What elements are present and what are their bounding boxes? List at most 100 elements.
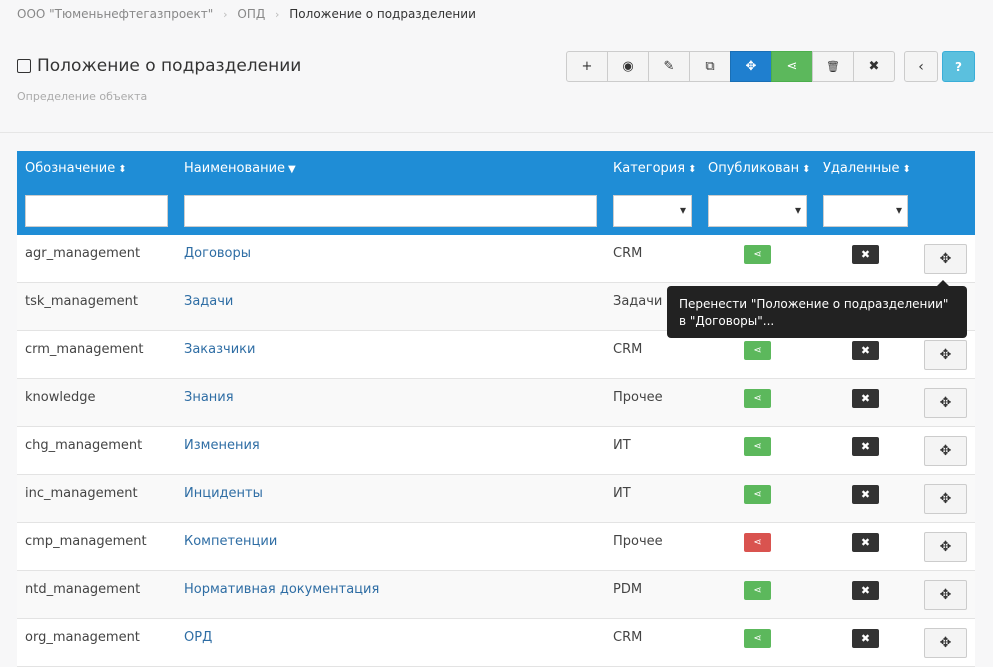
copy-button[interactable]: ⧉ [689, 51, 731, 82]
row-category: Прочее [613, 390, 663, 405]
view-button[interactable]: ◉ [607, 51, 649, 82]
publish-toggle-button[interactable]: ⋖ [744, 437, 771, 456]
header-published[interactable]: Опубликован ⬍ [708, 161, 811, 176]
divider [0, 132, 993, 133]
delete-row-button[interactable]: ✖ [852, 485, 879, 504]
row-category: CRM [613, 342, 643, 357]
move-icon: ✥ [939, 251, 952, 267]
help-button[interactable]: ? [942, 51, 975, 82]
move-row-button[interactable]: ✥ [924, 340, 967, 370]
share-button[interactable]: ⋖ [771, 51, 813, 82]
table-row[interactable]: inc_management Инциденты ИТ ⋖ ✖ ✥ [17, 475, 975, 523]
row-name-link[interactable]: Нормативная документация [184, 582, 379, 597]
move-icon: ✥ [939, 539, 952, 555]
move-row-button[interactable]: ✥ [924, 580, 967, 610]
row-code: chg_management [25, 438, 143, 453]
move-icon: ✥ [939, 587, 952, 603]
close-icon: ✖ [860, 536, 871, 549]
row-name-link[interactable]: Инциденты [184, 486, 263, 501]
row-name-link[interactable]: Компетенции [184, 534, 277, 549]
filter-deleted-select[interactable] [823, 195, 908, 227]
delete-row-button[interactable]: ✖ [852, 389, 879, 408]
breadcrumb-item-opd[interactable]: ОПД [237, 7, 265, 21]
table-row[interactable]: knowledge Знания Прочее ⋖ ✖ ✥ [17, 379, 975, 427]
table-row[interactable]: crm_management Заказчики CRM ⋖ ✖ ✥ [17, 331, 975, 379]
row-name-link[interactable]: Договоры [184, 246, 251, 261]
breadcrumb-current: Положение о подразделении [289, 7, 476, 21]
move-icon: ✥ [939, 395, 952, 411]
row-name-link[interactable]: Заказчики [184, 342, 255, 357]
filter-category-select[interactable] [613, 195, 692, 227]
delete-row-button[interactable]: ✖ [852, 629, 879, 648]
edit-button[interactable]: ✎ [648, 51, 690, 82]
share-icon: ⋖ [753, 441, 762, 452]
row-name-link[interactable]: Изменения [184, 438, 260, 453]
row-name-link[interactable]: Задачи [184, 294, 233, 309]
table-row[interactable]: org_management ОРД CRM ⋖ ✖ ✥ [17, 619, 975, 667]
close-icon: ✖ [860, 632, 871, 645]
move-icon: ✥ [939, 347, 952, 363]
back-button[interactable]: ‹ [904, 51, 938, 82]
row-code: inc_management [25, 486, 138, 501]
delete-row-button[interactable]: ✖ [852, 437, 879, 456]
row-code: knowledge [25, 390, 96, 405]
page-subtitle: Определение объекта [17, 90, 148, 103]
table-row[interactable]: chg_management Изменения ИТ ⋖ ✖ ✥ [17, 427, 975, 475]
close-button[interactable]: ✖ [853, 51, 895, 82]
move-button[interactable]: ✥ [730, 51, 772, 82]
move-row-button[interactable]: ✥ [924, 628, 967, 658]
table-row[interactable]: ntd_management Нормативная документация PD… [17, 571, 975, 619]
row-name-link[interactable]: Знания [184, 390, 234, 405]
add-button[interactable]: + [566, 51, 608, 82]
close-icon: ✖ [860, 344, 871, 357]
header-name[interactable]: Наименование ▼ [184, 161, 296, 176]
filter-code-input[interactable] [25, 195, 168, 227]
move-tooltip: Перенести "Положение о подразделении" в … [667, 280, 967, 338]
move-row-button[interactable]: ✥ [924, 436, 967, 466]
delete-row-button[interactable]: ✖ [852, 341, 879, 360]
delete-button[interactable]: 🗑 [812, 51, 854, 82]
delete-row-button[interactable]: ✖ [852, 533, 879, 552]
chevron-right-icon: › [275, 8, 280, 21]
edit-icon: ✎ [663, 59, 675, 74]
share-icon: ⋖ [753, 249, 762, 260]
header-code[interactable]: Обозначение ⬍ [25, 161, 127, 176]
row-code: crm_management [25, 342, 144, 357]
publish-toggle-button[interactable]: ⋖ [744, 533, 771, 552]
close-icon: ✖ [860, 392, 871, 405]
header-deleted[interactable]: Удаленные ⬍ [823, 161, 911, 176]
breadcrumb: ООО "Тюменьнефтегазпроект" › ОПД › Полож… [17, 7, 476, 21]
table-row[interactable]: cmp_management Компетенции Прочее ⋖ ✖ ✥ [17, 523, 975, 571]
share-icon: ⋖ [753, 393, 762, 404]
publish-toggle-button[interactable]: ⋖ [744, 485, 771, 504]
move-row-button[interactable]: ✥ [924, 244, 967, 274]
breadcrumb-item-org[interactable]: ООО "Тюменьнефтегазпроект" [17, 7, 213, 21]
sort-icon: ⬍ [902, 164, 911, 175]
copy-icon: ⧉ [705, 59, 715, 74]
delete-row-button[interactable]: ✖ [852, 245, 879, 264]
delete-row-button[interactable]: ✖ [852, 581, 879, 600]
table-row[interactable]: agr_management Договоры CRM ⋖ ✖ ✥ [17, 235, 975, 283]
row-name-link[interactable]: ОРД [184, 630, 212, 645]
share-icon: ⋖ [786, 59, 798, 74]
filter-published-select[interactable] [708, 195, 807, 227]
close-icon: ✖ [860, 488, 871, 501]
publish-toggle-button[interactable]: ⋖ [744, 245, 771, 264]
publish-toggle-button[interactable]: ⋖ [744, 389, 771, 408]
chevron-left-icon: ‹ [918, 58, 924, 75]
header-category[interactable]: Категория ⬍ [613, 161, 696, 176]
filter-name-input[interactable] [184, 195, 597, 227]
checkbox-icon[interactable] [17, 59, 31, 73]
publish-toggle-button[interactable]: ⋖ [744, 581, 771, 600]
publish-toggle-button[interactable]: ⋖ [744, 629, 771, 648]
move-row-button[interactable]: ✥ [924, 388, 967, 418]
publish-toggle-button[interactable]: ⋖ [744, 341, 771, 360]
move-row-button[interactable]: ✥ [924, 484, 967, 514]
row-code: agr_management [25, 246, 141, 261]
row-category: ИТ [613, 438, 631, 453]
eye-icon: ◉ [622, 59, 634, 74]
close-icon: ✖ [860, 440, 871, 453]
page-title: Положение о подразделении [17, 56, 301, 76]
row-category: CRM [613, 630, 643, 645]
move-row-button[interactable]: ✥ [924, 532, 967, 562]
